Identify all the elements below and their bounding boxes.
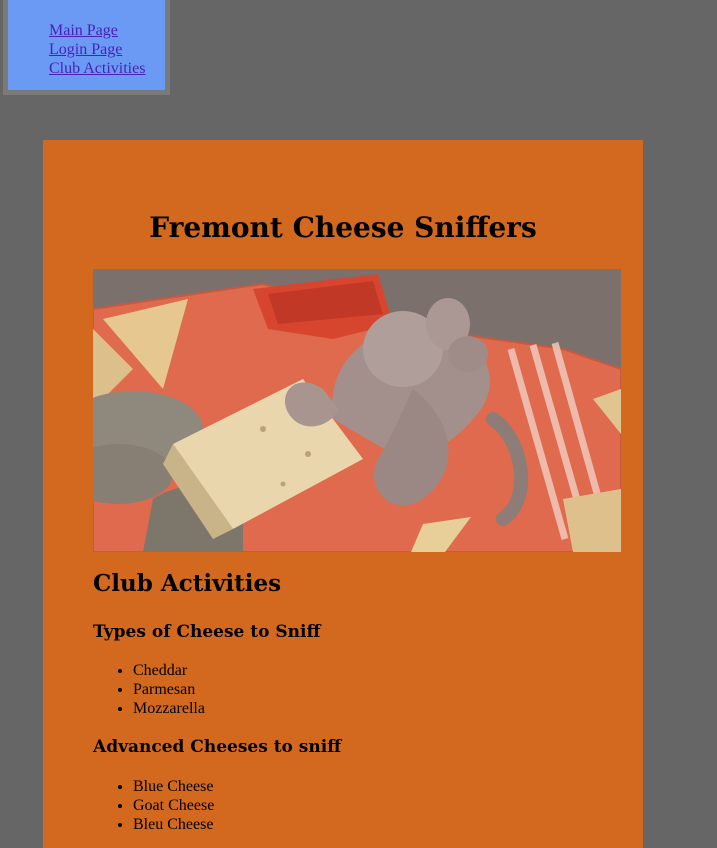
- list-item: Blue Cheese: [133, 777, 214, 796]
- nav-box: Main Page Login Page Club Activities: [3, 0, 170, 95]
- main-content: Fremont Cheese Sniffers Club Activities …: [43, 140, 643, 848]
- claymation-cheese-illustration: [93, 269, 621, 552]
- site-title: Fremont Cheese Sniffers: [149, 211, 537, 244]
- advanced-cheeses-heading: Advanced Cheeses to sniff: [93, 737, 342, 757]
- hero-image: [93, 269, 621, 552]
- section-title: Club Activities: [93, 570, 282, 597]
- list-item: Parmesan: [133, 680, 205, 699]
- list-item: Goat Cheese: [133, 796, 214, 815]
- nav-item-club: Club Activities: [49, 59, 145, 78]
- nav-list: Main Page Login Page Club Activities: [49, 21, 145, 78]
- nav-item-main: Main Page: [49, 21, 145, 40]
- main-page-link[interactable]: Main Page: [49, 22, 118, 39]
- cheese-types-list: Cheddar Parmesan Mozzarella: [93, 661, 205, 718]
- cheese-types-heading: Types of Cheese to Sniff: [93, 622, 321, 642]
- list-item: Bleu Cheese: [133, 815, 214, 834]
- nav-item-login: Login Page: [49, 40, 145, 59]
- club-activities-link[interactable]: Club Activities: [49, 60, 145, 77]
- advanced-cheeses-list: Blue Cheese Goat Cheese Bleu Cheese: [93, 777, 214, 834]
- login-page-link[interactable]: Login Page: [49, 41, 122, 58]
- list-item: Cheddar: [133, 661, 205, 680]
- list-item: Mozzarella: [133, 699, 205, 718]
